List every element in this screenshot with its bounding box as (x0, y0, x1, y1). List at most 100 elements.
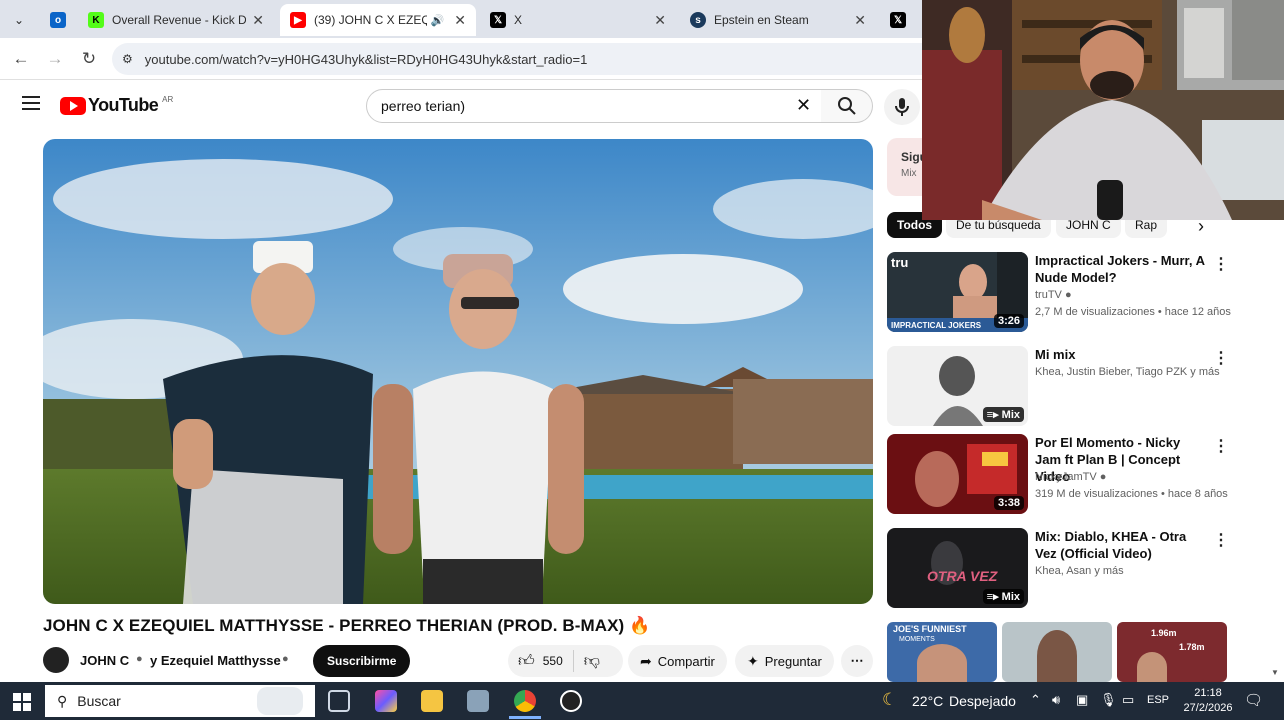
rec-title[interactable]: Mix: Diablo, KHEA - Otra Vez (Official V… (1035, 528, 1205, 562)
like-button[interactable]: 👍︎ 550 (508, 650, 574, 672)
windows-start-icon[interactable] (13, 693, 31, 711)
recommendation-item[interactable]: 3:38 Por El Momento - Nicky Jam ft Plan … (887, 434, 1229, 514)
device-icon[interactable]: ▣ (1076, 692, 1088, 708)
temperature[interactable]: 22°C (912, 693, 943, 709)
subscribe-button[interactable]: Suscribirme (313, 645, 411, 677)
mix-thumbnail[interactable]: OTRA VEZ ≡▸ Mix (887, 528, 1028, 608)
ask-button[interactable]: ✦ Preguntar (735, 645, 834, 677)
back-icon[interactable]: ← (10, 48, 32, 70)
outlook-icon: o (50, 12, 66, 28)
task-view-icon[interactable] (328, 690, 350, 712)
voice-search-button[interactable] (884, 89, 920, 125)
mix-thumbnail[interactable]: ≡▸ Mix (887, 346, 1028, 426)
more-actions-icon[interactable]: ⋯ (841, 645, 873, 677)
share-button[interactable]: ➦ Compartir (628, 645, 727, 677)
tab-x-2[interactable]: 𝕏(3 (880, 4, 920, 36)
app-icon[interactable] (467, 690, 489, 712)
video-thumbnail[interactable]: 3:38 (887, 434, 1028, 514)
rec-meta: 2,7 M de visualizaciones • hace 12 años (1035, 306, 1231, 318)
rec-title[interactable]: Impractical Jokers - Murr, A Nude Model? (1035, 252, 1205, 286)
collab-channel-name[interactable]: y Ezequiel Matthysse (150, 653, 281, 668)
more-vert-icon[interactable]: ⋮ (1213, 530, 1229, 550)
tab-x[interactable]: 𝕏 X ✕ (480, 4, 676, 36)
x-logo-icon: 𝕏 (890, 12, 906, 28)
more-vert-icon[interactable]: ⋮ (1213, 436, 1229, 456)
rec-channel[interactable]: truTV ● (1035, 289, 1072, 301)
volume-icon[interactable]: 🔊︎ (1052, 692, 1060, 708)
more-vert-icon[interactable]: ⋮ (1213, 254, 1229, 274)
rec-title[interactable]: Mi mix (1035, 346, 1205, 363)
tab-label: Epstein en Steam (714, 13, 809, 27)
recommendation-item[interactable]: ≡▸ Mix Mi mix Khea, Justin Bieber, Tiago… (887, 346, 1229, 426)
tab-outlook[interactable]: o (40, 4, 76, 36)
file-explorer-icon[interactable] (421, 690, 443, 712)
recommendation-item[interactable]: tru IMPRACTICAL JOKERS 3:26 Impractical … (887, 252, 1231, 332)
steam-icon: s (690, 12, 706, 28)
video-frame (43, 139, 873, 604)
trutv-logo: tru (891, 255, 909, 270)
microphone-icon (895, 98, 909, 116)
chrome-icon[interactable] (514, 690, 536, 712)
mix-label: Mix (1001, 591, 1020, 603)
shorts-shelf: JOE'S FUNNIEST MOMENTS 1.96m 1.78m (887, 622, 1227, 682)
rec-channel-name: truTV (1035, 289, 1062, 301)
recommendation-item[interactable]: OTRA VEZ ≡▸ Mix Mix: Diablo, KHEA - Otra… (887, 528, 1229, 608)
taskbar-search[interactable]: ⚲ Buscar (45, 685, 315, 717)
playlist-icon: ≡▸ (986, 591, 1002, 603)
search-icon (837, 97, 856, 115)
weather-text[interactable]: Despejado (949, 693, 1016, 709)
chevron-up-icon[interactable]: ⌃ (1030, 692, 1041, 708)
verified-icon: ● (1099, 471, 1107, 483)
channel-avatar[interactable] (43, 647, 69, 673)
short-caption: JOE'S FUNNIEST (893, 624, 967, 634)
rec-channel-name: NickyJamTV (1035, 471, 1097, 483)
thumbnail-caption: OTRA VEZ (927, 568, 998, 584)
microphone-icon[interactable]: 🎙︎ (1100, 692, 1117, 708)
clock[interactable]: 21:18 27/2/2026 (1180, 686, 1236, 716)
network-icon[interactable]: ▭ (1122, 692, 1134, 708)
video-player[interactable] (43, 139, 873, 604)
search-button[interactable] (821, 89, 873, 123)
notifications-icon[interactable]: 🗨︎ (1244, 691, 1263, 709)
sidebar-banner[interactable]: Sigu Mix (887, 138, 927, 196)
video-thumbnail[interactable]: tru IMPRACTICAL JOKERS 3:26 (887, 252, 1028, 332)
share-icon: ➦ (640, 652, 652, 669)
speaker-icon[interactable]: 🔊 (431, 14, 445, 27)
short-views: 1.96m (1151, 628, 1177, 638)
region-code: AR (162, 95, 174, 104)
obs-icon[interactable] (560, 690, 582, 712)
close-icon[interactable]: ✕ (252, 12, 264, 29)
close-icon[interactable]: ✕ (454, 12, 466, 29)
short-thumbnail[interactable] (1002, 622, 1112, 682)
clock-date: 27/2/2026 (1183, 702, 1233, 714)
forward-icon[interactable]: → (44, 48, 66, 70)
copilot-icon[interactable] (375, 690, 397, 712)
short-thumbnail[interactable]: 1.96m 1.78m (1117, 622, 1227, 682)
tab-youtube[interactable]: ▶ (39) JOHN C X EZEQUIEL 🔊 ✕ (280, 4, 476, 36)
close-icon[interactable]: ✕ (654, 12, 666, 29)
rec-channel: Khea, Asan y más (1035, 565, 1124, 577)
site-info-icon[interactable]: ⚙ (122, 52, 133, 66)
like-dislike-group: 👍︎ 550 👎︎ (508, 645, 623, 677)
short-caption-2: MOMENTS (899, 636, 935, 643)
youtube-logo[interactable]: YouTube AR (60, 95, 173, 116)
thumbs-down-icon[interactable]: 👎︎ (584, 652, 600, 671)
tab-label: (39) JOHN C X EZEQUIEL (314, 13, 427, 27)
menu-icon[interactable] (22, 96, 40, 110)
clear-search-icon[interactable]: ✕ (796, 95, 811, 116)
close-icon[interactable]: ✕ (854, 12, 866, 29)
short-thumbnail[interactable]: JOE'S FUNNIEST MOMENTS (887, 622, 997, 682)
rec-channel[interactable]: NickyJamTV ● (1035, 471, 1106, 483)
tab-kick-dashboard[interactable]: K Overall Revenue - Kick Das ✕ (78, 4, 274, 36)
input-language[interactable]: ESP (1147, 694, 1169, 706)
tab-steam[interactable]: s Epstein en Steam ✕ (680, 4, 876, 36)
channel-name[interactable]: JOHN C (80, 653, 129, 668)
more-vert-icon[interactable]: ⋮ (1213, 348, 1229, 368)
tab-search-button[interactable]: ⌄ (6, 4, 34, 36)
scroll-down-icon[interactable]: ▼ (1271, 668, 1279, 677)
search-input[interactable]: perreo terian) (366, 89, 822, 123)
reload-icon[interactable]: ↻ (78, 48, 100, 70)
video-meta-row: JOHN C ● y Ezequiel Matthysse ● Suscribi… (43, 645, 873, 677)
duration-badge: 3:26 (993, 314, 1024, 328)
webcam-overlay (922, 0, 1284, 220)
